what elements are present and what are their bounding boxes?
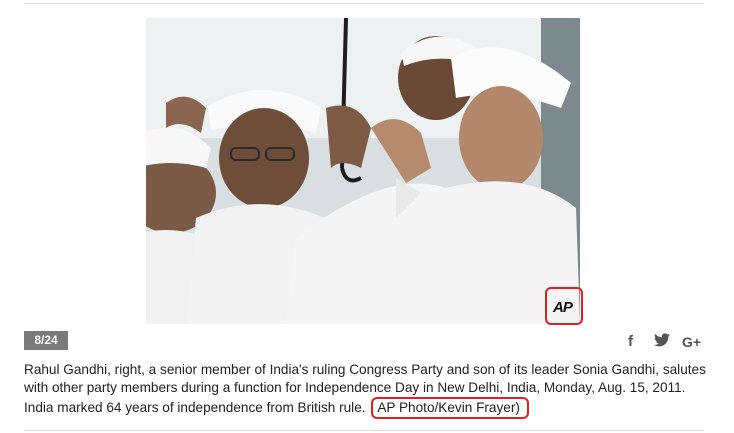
photo-credit-text: AP Photo/Kevin Frayer)	[377, 400, 520, 415]
caption-text: Rahul Gandhi, right, a senior member of …	[24, 362, 706, 415]
top-divider	[24, 3, 704, 4]
ap-watermark-highlight: AP	[545, 287, 583, 325]
photo-caption: Rahul Gandhi, right, a senior member of …	[24, 361, 714, 419]
photo-credit: AP Photo/Kevin Frayer)	[371, 397, 529, 419]
gallery-slide: AP 8/24 f G+ Rahul Gandhi, right, a seni…	[0, 0, 734, 433]
gallery-photo[interactable]	[146, 18, 580, 324]
photo-illustration	[146, 18, 580, 324]
twitter-share-icon[interactable]	[654, 333, 672, 351]
googleplus-share-icon[interactable]: G+	[682, 333, 701, 351]
ap-logo: AP	[553, 299, 573, 316]
bottom-divider	[24, 430, 704, 431]
facebook-share-icon[interactable]: f	[628, 333, 633, 351]
slide-counter: 8/24	[24, 331, 68, 350]
twitter-bird-icon	[654, 333, 670, 347]
